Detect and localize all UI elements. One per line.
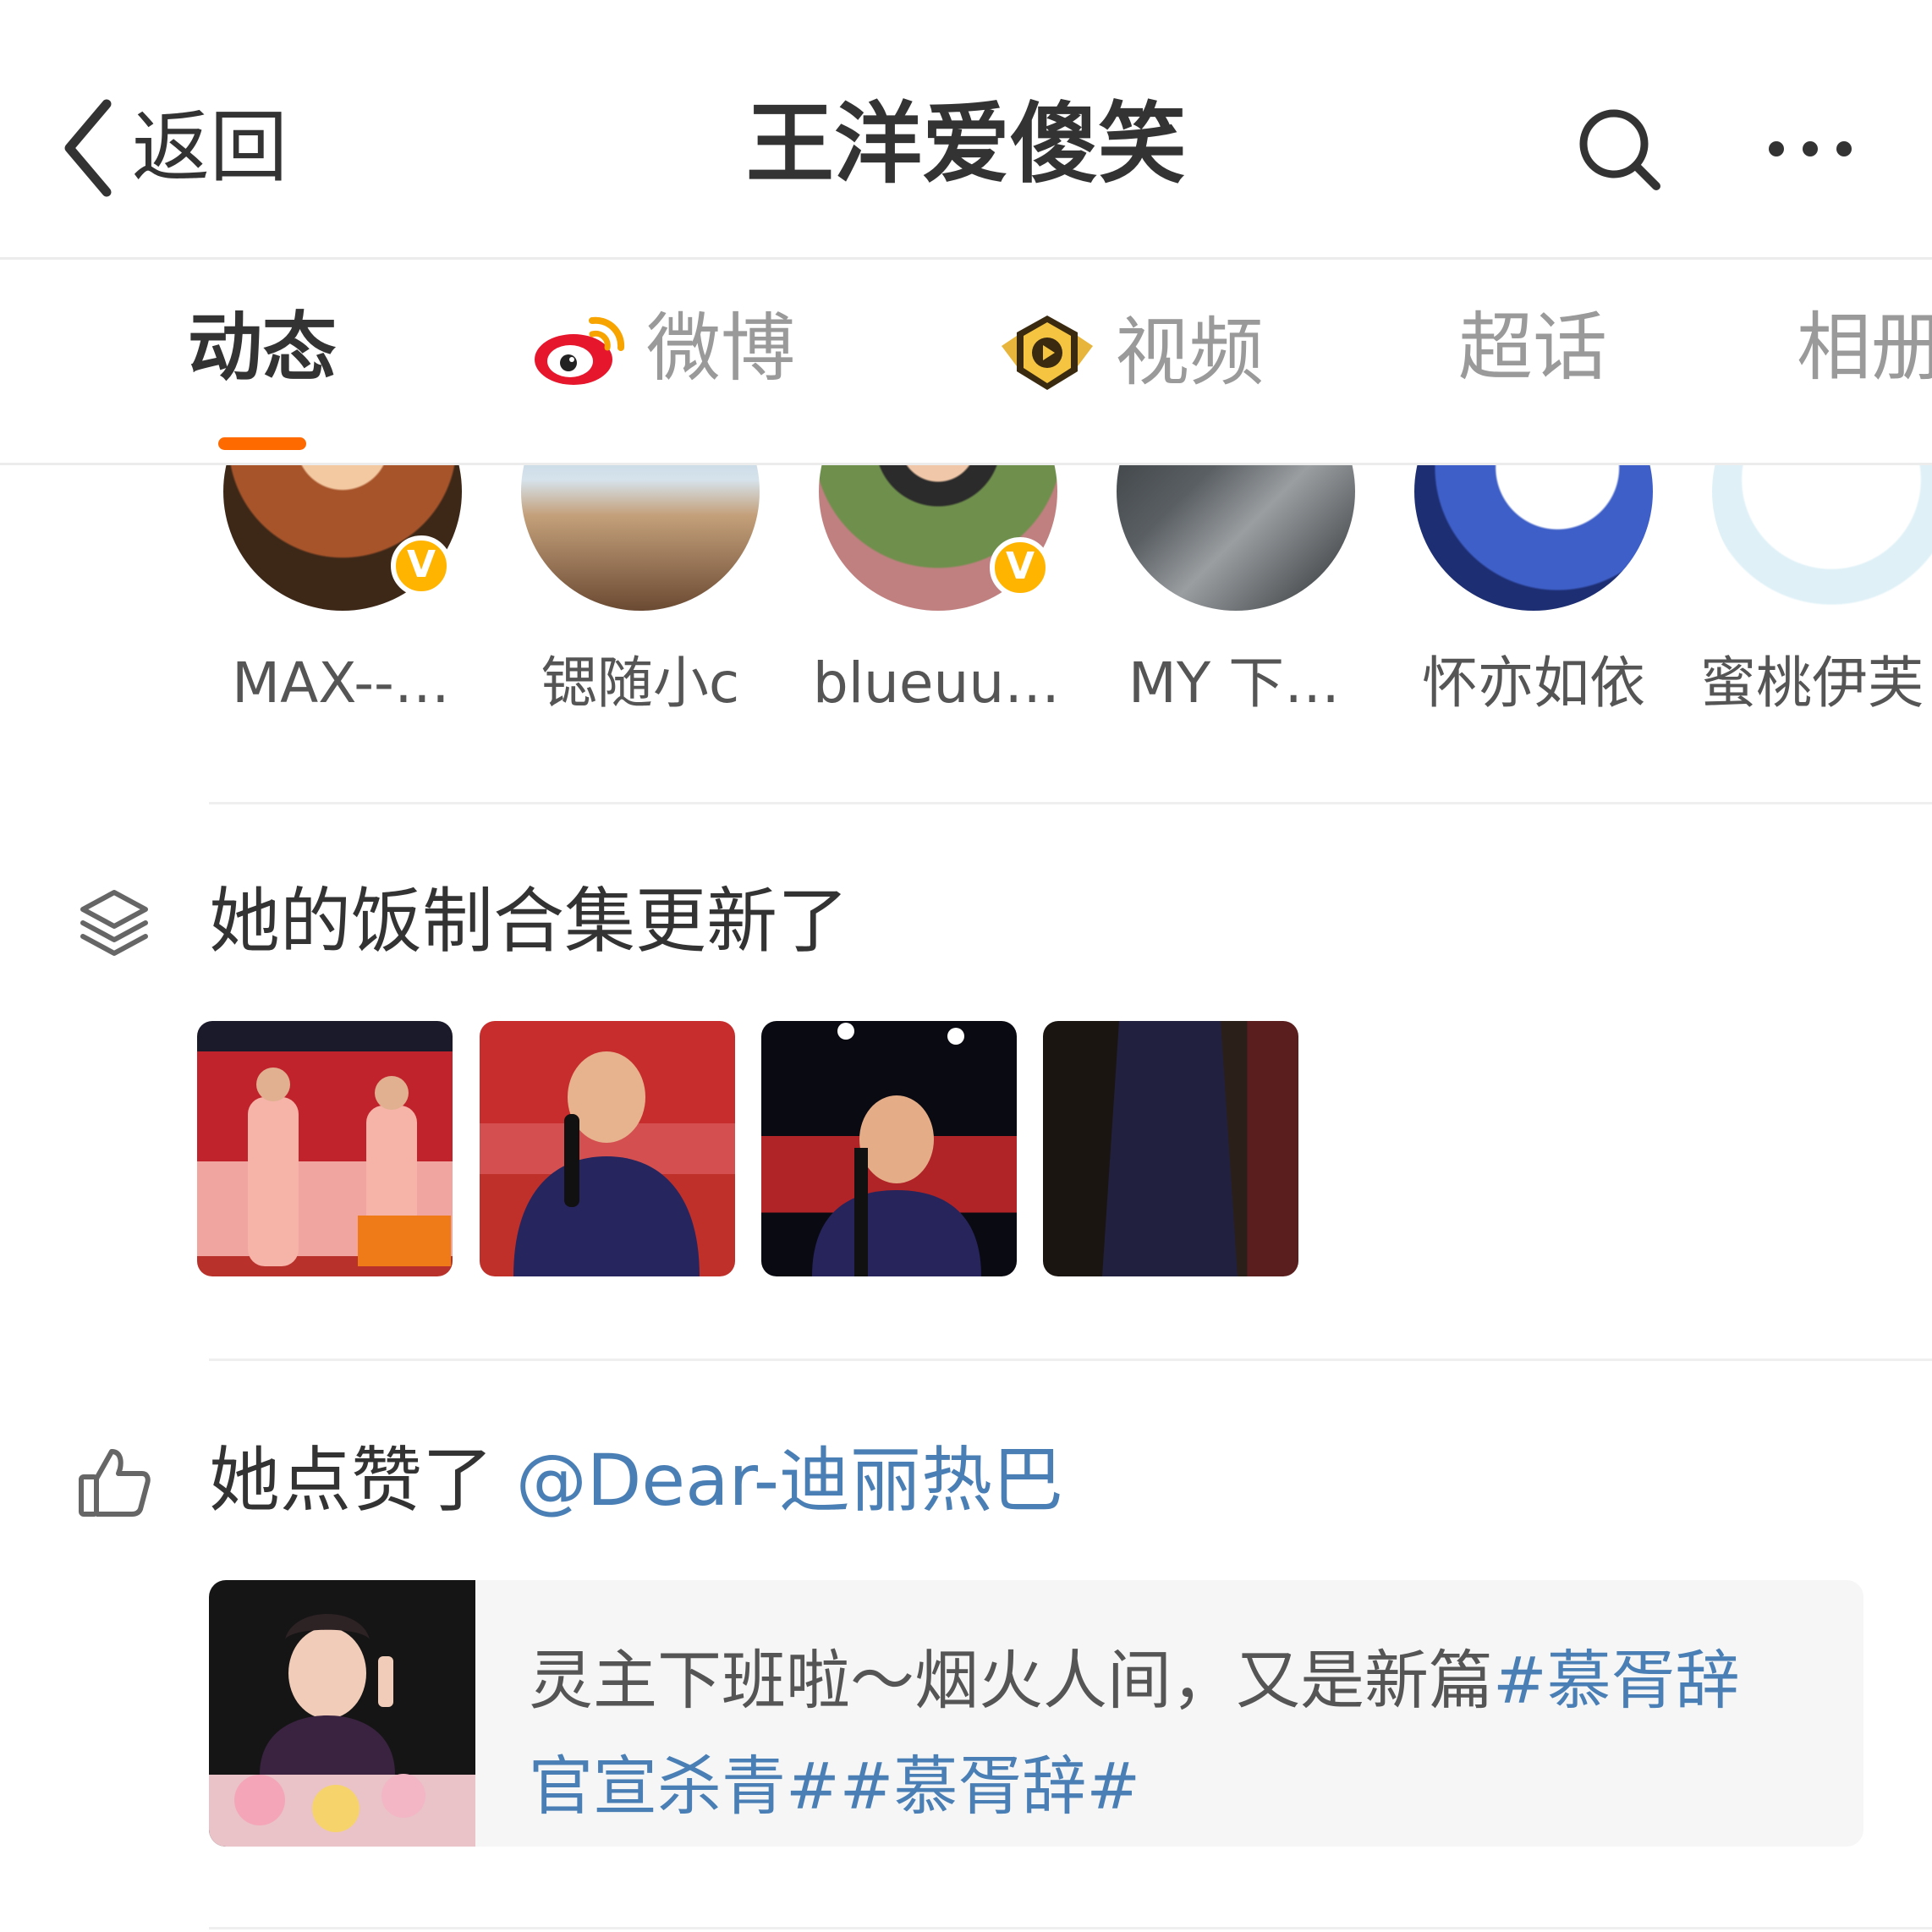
tab-album[interactable]: 相册 [1797, 310, 1932, 385]
follow-name: 锶随小c [541, 650, 740, 716]
section-divider [209, 802, 1932, 804]
layers-icon [80, 890, 148, 956]
post-thumbnail [209, 1580, 475, 1847]
tab-label: 视频 [1115, 309, 1265, 396]
weibo-logo-icon [535, 316, 625, 385]
tab-label: 动态 [188, 304, 338, 391]
performer-photo-icon [513, 1051, 700, 1276]
profile-tab-bar: 动态 微博 视频 超话 相册 [0, 260, 1932, 465]
section-divider [209, 1358, 1932, 1361]
search-icon[interactable] [1577, 107, 1661, 191]
liked-prefix: 她点赞了 [209, 1439, 494, 1522]
tab-weibo[interactable]: 微博 [533, 310, 795, 387]
tab-dynamics[interactable]: 动态 [188, 310, 337, 385]
follow-name: MY 下… [1128, 650, 1341, 716]
collection-thumbnail[interactable] [480, 1021, 735, 1276]
collection-thumbnail[interactable] [761, 1021, 1017, 1276]
more-icon[interactable] [1766, 127, 1854, 171]
tab-label: 微博 [646, 305, 796, 392]
thumbs-up-icon [79, 1449, 151, 1517]
avatar [521, 465, 760, 611]
quoted-post-text: 灵主下班啦～烟火人间，又是新篇#慕胥辞官宣杀青##慕胥辞# [529, 1627, 1831, 1839]
verified-badge-icon: V [391, 535, 452, 596]
active-tab-indicator [218, 437, 306, 450]
tab-label: 超话 [1458, 304, 1608, 391]
stage-photo-icon [248, 1068, 451, 1266]
collection-thumbnail[interactable] [197, 1021, 453, 1276]
performer-photo-icon [812, 1023, 981, 1276]
robe-photo-icon [1102, 1021, 1238, 1276]
tab-video[interactable]: 视频 [998, 310, 1264, 395]
video-badge-icon [1002, 316, 1093, 390]
collection-thumbnail[interactable] [1043, 1021, 1298, 1276]
avatar [1117, 465, 1355, 611]
top-nav-bar: 返回 王洋爱傻笑 [0, 0, 1932, 260]
post-body: 灵主下班啦～烟火人间，又是新篇 [529, 1643, 1493, 1718]
verified-badge-icon: V [990, 537, 1051, 598]
avatar [1414, 465, 1653, 611]
follow-name: blueuu… [812, 650, 1061, 716]
follow-name: 蜜桃伊芙 [1700, 650, 1924, 716]
topic-hashtag[interactable]: 官宣杀青##慕胥辞# [529, 1748, 1140, 1824]
topic-hashtag[interactable]: #慕胥辞 [1493, 1643, 1740, 1718]
user-mention-link[interactable]: @Dear-迪丽热巴 [516, 1439, 1063, 1522]
section-divider [209, 1927, 1932, 1929]
follow-name: 怀亦如依 [1422, 650, 1645, 716]
recent-follows-strip: V MAX--… 锶随小c V blueuu… MY 下… 怀亦如依 蜜桃伊芙 [0, 465, 1932, 804]
tab-label: 相册 [1797, 304, 1932, 391]
tab-super-topic[interactable]: 超话 [1458, 310, 1607, 385]
follow-name: MAX--… [232, 650, 450, 716]
quoted-post-card[interactable]: 灵主下班啦～烟火人间，又是新篇#慕胥辞官宣杀青##慕胥辞# [209, 1580, 1863, 1847]
avatar [1712, 465, 1932, 611]
collection-update-text: 她的饭制合集更新了 [209, 880, 849, 963]
